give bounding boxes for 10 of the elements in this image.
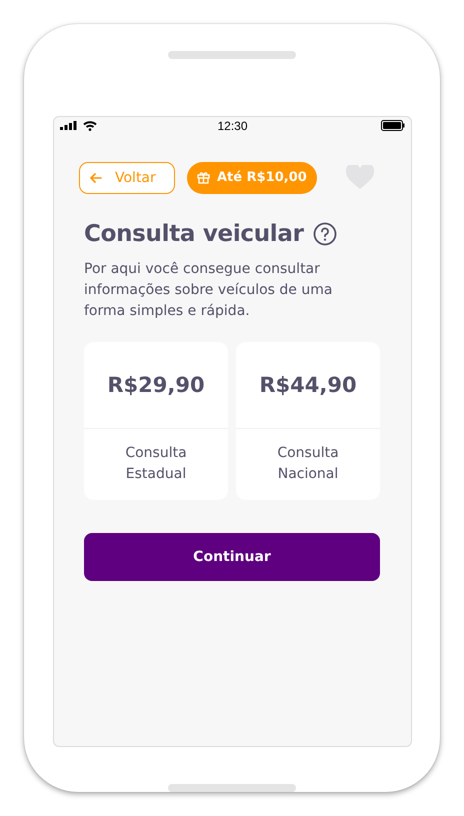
option-label: Consulta Nacional [276,444,340,484]
status-time: 12:30 [217,118,248,133]
option-card[interactable]: R$44,90 Consulta Nacional [236,342,380,500]
price-text: R$44,90 [258,372,358,399]
description-text: Por aqui você consegue consultar informações sobre veículos de uma forma simples e rápida. [84,260,334,321]
continue-button[interactable]: Continuar [84,532,380,581]
option-card[interactable]: R$29,90 Consulta Estadual [84,342,228,500]
page-title: Consulta veicular [84,220,304,247]
price-text: R$29,90 [106,372,206,399]
option-label: Consulta Estadual [124,444,188,484]
